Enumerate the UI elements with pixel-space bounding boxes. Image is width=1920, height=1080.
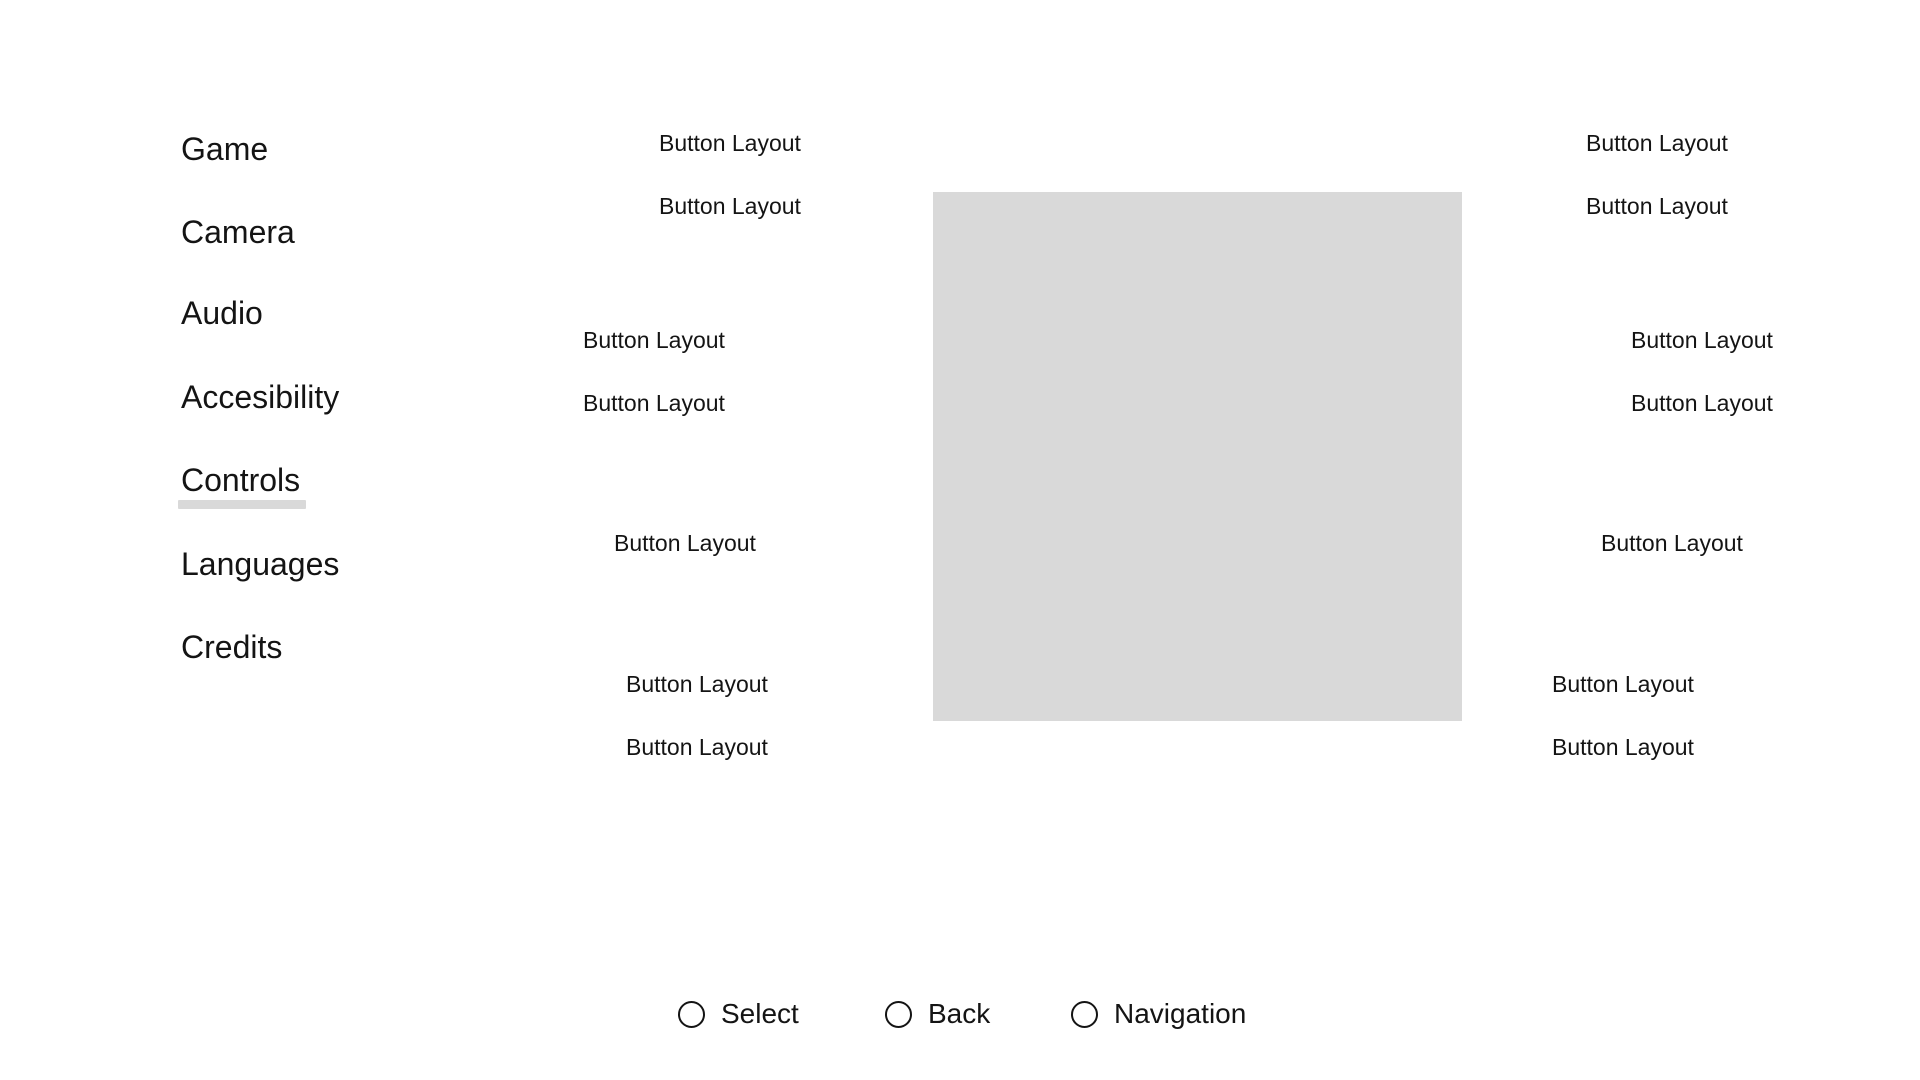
left-button-layout-4[interactable]: Button Layout <box>583 389 725 417</box>
select-label: Select <box>721 998 799 1029</box>
back-circle-icon <box>885 1000 912 1028</box>
sidebar-item-languages[interactable]: Languages <box>181 544 339 584</box>
navigation-label: Navigation <box>1114 998 1247 1029</box>
left-button-layout-2[interactable]: Button Layout <box>659 192 801 220</box>
left-button-layout-6[interactable]: Button Layout <box>626 670 768 698</box>
selected-item-underline <box>178 500 306 509</box>
back-label: Back <box>928 998 991 1029</box>
left-button-layout-5[interactable]: Button Layout <box>614 529 756 557</box>
right-button-layout-5[interactable]: Button Layout <box>1601 529 1743 557</box>
left-button-layout-3[interactable]: Button Layout <box>583 326 725 354</box>
back-prompt[interactable]: Back <box>885 996 990 1032</box>
select-prompt[interactable]: Select <box>678 996 799 1032</box>
right-button-layout-1[interactable]: Button Layout <box>1586 129 1728 157</box>
left-button-layout-7[interactable]: Button Layout <box>626 733 768 761</box>
navigation-circle-icon <box>1071 1000 1098 1028</box>
select-circle-icon <box>678 1000 705 1028</box>
sidebar-item-accesibility[interactable]: Accesibility <box>181 377 339 417</box>
sidebar-item-audio[interactable]: Audio <box>181 293 263 333</box>
right-button-layout-2[interactable]: Button Layout <box>1586 192 1728 220</box>
left-button-layout-1[interactable]: Button Layout <box>659 129 801 157</box>
right-button-layout-4[interactable]: Button Layout <box>1631 389 1773 417</box>
settings-sidebar: Game Camera Audio Accesibility Controls … <box>0 0 420 760</box>
right-button-layout-3[interactable]: Button Layout <box>1631 326 1773 354</box>
right-button-layout-6[interactable]: Button Layout <box>1552 670 1694 698</box>
sidebar-item-credits[interactable]: Credits <box>181 627 282 667</box>
sidebar-item-game[interactable]: Game <box>181 129 268 169</box>
sidebar-item-camera[interactable]: Camera <box>181 212 295 252</box>
right-button-layout-7[interactable]: Button Layout <box>1552 733 1694 761</box>
navigation-prompt[interactable]: Navigation <box>1071 996 1246 1032</box>
controller-preview-panel <box>933 192 1462 721</box>
sidebar-item-controls[interactable]: Controls <box>181 460 300 500</box>
